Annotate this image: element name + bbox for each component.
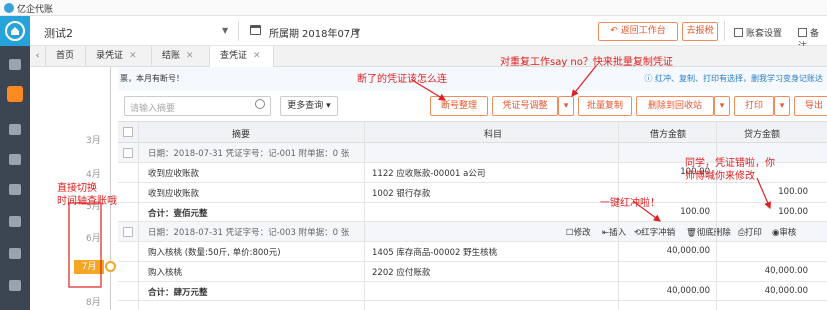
annotation-arrows — [68, 65, 771, 288]
annotation-review: 同学，凭证错啦，你 师傅喊你来修改 — [685, 158, 775, 182]
annotation-renumber: 断了的凭证该怎么连 — [357, 74, 447, 85]
annotation-batch-copy: 对重复工作say no？快来批量复制凭证 — [500, 57, 673, 68]
annotation-reverse: 一键红冲啦！ — [600, 198, 660, 209]
annotation-timeline: 直接切换 时间轴查账哦 — [57, 183, 117, 207]
